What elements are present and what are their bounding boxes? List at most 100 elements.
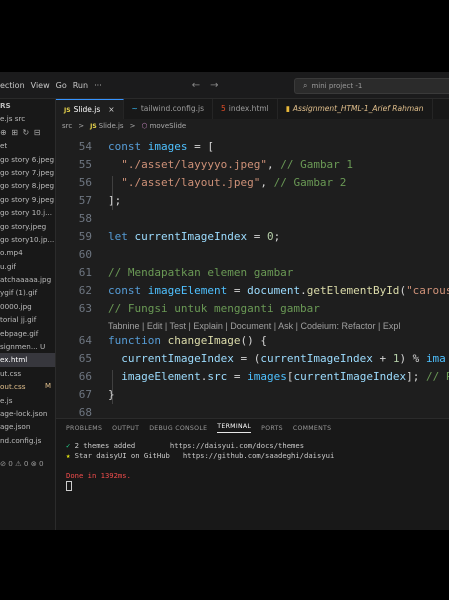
menu-run[interactable]: Run xyxy=(73,81,88,90)
file-item[interactable]: torial jj.gif xyxy=(0,313,55,326)
terminal-cursor xyxy=(66,481,72,491)
file-item[interactable]: e.js xyxy=(0,394,55,407)
line-number: 67 xyxy=(78,388,92,401)
codelens-actions[interactable]: Tabnine | Edit | Test | Explain | Docume… xyxy=(108,321,400,331)
file-item[interactable]: u.gif xyxy=(0,260,55,273)
tab-tailwind-config[interactable]: ~ tailwind.config.js xyxy=(124,99,213,119)
check-icon: ✓ xyxy=(66,441,71,450)
panel-tabs: PROBLEMS OUTPUT DEBUG CONSOLE TERMINAL P… xyxy=(56,419,449,437)
code-line: function changeImage() { xyxy=(108,334,267,347)
menu-selection[interactable]: ection xyxy=(0,81,25,90)
menu-go[interactable]: Go xyxy=(56,81,67,90)
line-number: 65 xyxy=(78,352,92,365)
search-icon: ⌕ xyxy=(303,81,308,90)
code-line: currentImageIndex = (currentImageIndex +… xyxy=(121,352,446,365)
file-item[interactable]: atchaaaaa.jpg xyxy=(0,273,55,286)
code-line: "./asset/layout.jpeg", // Gambar 2 xyxy=(121,176,347,189)
tab-debug-console[interactable]: DEBUG CONSOLE xyxy=(149,425,207,432)
menu-view[interactable]: View xyxy=(31,81,50,90)
file-item[interactable]: age.json xyxy=(0,420,55,433)
file-item-modified[interactable]: out.css M xyxy=(0,380,55,393)
line-number: 61 xyxy=(78,266,92,279)
code-line: imageElement.src = images[currentImageIn… xyxy=(121,370,449,383)
file-item[interactable]: go story10.jp... xyxy=(0,233,55,246)
terminal-url[interactable]: https://daisyui.com/docs/themes xyxy=(170,441,304,450)
file-item[interactable]: go story 7.jpeg xyxy=(0,166,55,179)
chevron-right-icon: > xyxy=(129,122,136,130)
file-item[interactable]: o.mp4 xyxy=(0,246,55,259)
breadcrumb-folder[interactable]: src xyxy=(62,122,72,130)
code-line: let currentImageIndex = 0; xyxy=(108,230,281,243)
menu-more[interactable]: ··· xyxy=(94,81,102,90)
file-item[interactable]: go story 8.jpeg xyxy=(0,179,55,192)
line-number: 63 xyxy=(78,302,92,315)
line-number: 60 xyxy=(78,248,92,261)
code-line: "./asset/layyyyo.jpeg", // Gambar 1 xyxy=(121,158,354,171)
tab-index-html[interactable]: 5 index.html xyxy=(213,99,278,119)
file-item[interactable]: ut.css xyxy=(0,367,55,380)
terminal-text: 2 themes added xyxy=(74,441,136,450)
line-number: 68 xyxy=(78,406,92,416)
file-item[interactable]: 0000.jpg xyxy=(0,300,55,313)
tab-assignment[interactable]: ▮ Assignment_HTML-1_Arief Rahman xyxy=(278,99,433,119)
terminal-blank xyxy=(66,461,334,471)
file-item[interactable]: go story 10.j... xyxy=(0,206,55,219)
breadcrumb: src > JS Slide.js > ⬡ moveSlide xyxy=(56,119,449,133)
forward-arrow-icon[interactable]: → xyxy=(210,80,218,91)
open-file-item[interactable]: e.js src xyxy=(0,112,55,125)
back-arrow-icon[interactable]: ← xyxy=(192,80,200,91)
command-center-search[interactable]: ⌕ mini project -1 xyxy=(294,78,449,94)
code-line: // Fungsi untuk mengganti gambar xyxy=(108,302,320,315)
javascript-icon: JS xyxy=(90,122,97,130)
html-icon: 5 xyxy=(221,104,226,113)
file-item[interactable]: signmen... U xyxy=(0,340,55,353)
vscode-window: ection View Go Run ··· ← → ⌕ mini projec… xyxy=(0,72,449,530)
tab-comments[interactable]: COMMENTS xyxy=(293,425,332,432)
code-line: // Mendapatkan elemen gambar xyxy=(108,266,294,279)
close-icon[interactable]: × xyxy=(108,105,114,114)
file-item[interactable]: go story 6.jpeg xyxy=(0,153,55,166)
tab-problems[interactable]: PROBLEMS xyxy=(66,425,102,432)
modified-badge: M xyxy=(44,382,51,391)
file-item[interactable]: nd.config.js xyxy=(0,434,55,447)
file-item[interactable]: age-lock.json xyxy=(0,407,55,420)
status-problems[interactable]: ⊘ 0 ⚠ 0 ⊗ 0 xyxy=(0,457,55,470)
code-line: } xyxy=(108,388,115,401)
line-number: 59 xyxy=(78,230,92,243)
tab-terminal[interactable]: TERMINAL xyxy=(217,423,252,433)
tab-label: tailwind.config.js xyxy=(140,104,204,113)
document-icon: ▮ xyxy=(285,104,290,113)
folder-asset[interactable]: et xyxy=(0,139,55,152)
search-label: mini project -1 xyxy=(311,82,363,90)
file-item[interactable]: go story.jpeg xyxy=(0,220,55,233)
file-item-selected[interactable]: ex.html xyxy=(0,353,55,367)
terminal-done: Done in 1392ms. xyxy=(66,471,131,480)
tab-label: index.html xyxy=(228,104,269,113)
breadcrumb-symbol[interactable]: moveSlide xyxy=(150,122,187,130)
breadcrumb-file[interactable]: Slide.js xyxy=(99,122,124,130)
explorer-actions[interactable]: ⊕ ⊞ ↻ ⊟ xyxy=(0,126,55,139)
file-item-label: out.css xyxy=(0,382,26,392)
line-number: 64 xyxy=(78,334,92,347)
terminal-prompt[interactable] xyxy=(66,481,334,491)
file-item[interactable]: go story 9.jpeg xyxy=(0,193,55,206)
code-editor[interactable]: 54 55 56 57 58 59 60 61 62 63 64 65 66 6… xyxy=(56,134,449,416)
code-line: const images = [ xyxy=(108,140,214,153)
tab-label: Assignment_HTML-1_Arief Rahman xyxy=(292,104,424,113)
terminal-line: ★ Star daisyUI on GitHub https://github.… xyxy=(66,451,334,461)
terminal-url[interactable]: https://github.com/saadeghi/daisyui xyxy=(183,451,334,460)
file-item[interactable]: ygif (1).gif xyxy=(0,286,55,299)
explorer-sidebar: RS e.js src ⊕ ⊞ ↻ ⊟ et go story 6.jpeg g… xyxy=(0,99,56,530)
line-number: 57 xyxy=(78,194,92,207)
tab-slide-js[interactable]: JS Slide.js × xyxy=(56,99,124,119)
tab-output[interactable]: OUTPUT xyxy=(112,425,139,432)
line-number: 62 xyxy=(78,284,92,297)
tailwind-icon: ~ xyxy=(131,104,138,113)
terminal-output[interactable]: ✓ 2 themes added https://daisyui.com/doc… xyxy=(66,441,334,491)
menu-bar: ection View Go Run ··· ← → ⌕ mini projec… xyxy=(0,72,449,99)
star-icon: ★ xyxy=(66,451,71,460)
line-number: 58 xyxy=(78,212,92,225)
tab-ports[interactable]: PORTS xyxy=(261,425,283,432)
explorer-header: RS xyxy=(0,101,11,110)
file-item[interactable]: ebpage.gif xyxy=(0,327,55,340)
